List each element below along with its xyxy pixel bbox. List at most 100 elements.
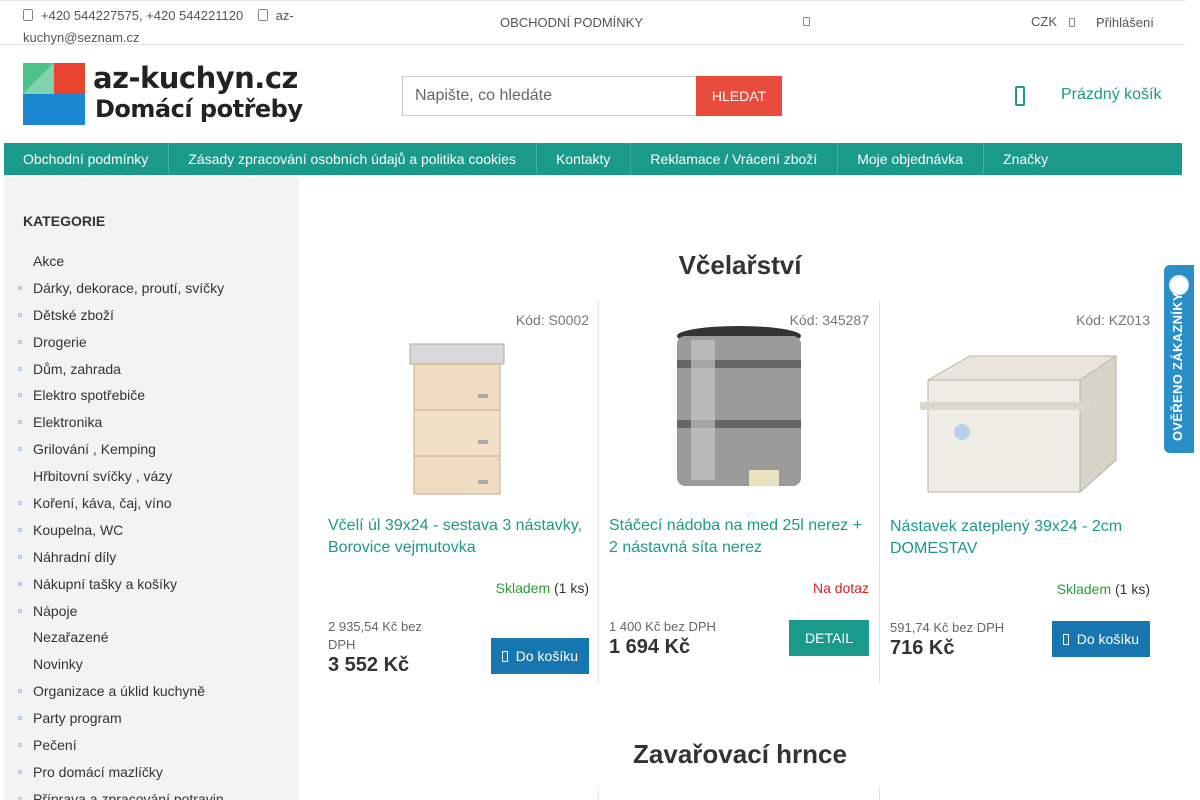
category-label: Náhradní díly [33,548,117,565]
product-card [598,787,879,800]
category-item[interactable]: Nápoje [4,598,299,625]
category-label: Nákupní tašky a košíky [33,575,177,592]
price-gross: 716 Kč [890,637,955,659]
contact-info: +420 544227575, +420 544221120 az-kuchyn… [23,5,313,49]
stock-label: Skladem [495,580,551,596]
bullet-icon [18,554,22,559]
product-image[interactable] [880,320,1161,500]
bullet-icon [18,366,22,371]
category-label: Grilování , Kemping [33,441,156,458]
button-label: Do košíku [1076,631,1139,647]
terms-link[interactable]: OBCHODNÍ PODMÍNKY [500,15,643,30]
category-label: Nápoje [33,602,78,619]
search-input[interactable] [402,76,697,116]
category-item[interactable]: Hřbitovní svíčky , vázy [4,463,299,490]
add-to-cart-button[interactable]: Do košíku [490,638,589,674]
stock-status: Skladem (1 ks) [496,580,589,596]
category-item[interactable]: Koupelna, WC [4,517,299,544]
product-name[interactable]: Stáčecí nádoba na med 25l nerez + 2 nást… [609,515,871,559]
category-label: Koření, káva, čaj, víno [33,495,172,512]
category-item[interactable]: Náhradní díly [4,544,299,571]
category-item[interactable]: Dětské zboží [4,302,299,329]
category-label: Hřbitovní svíčky , vázy [33,468,173,485]
nav-item-contacts[interactable]: Kontakty [537,143,632,175]
nav-item-brands[interactable]: Značky [984,143,1068,175]
category-label: Drogerie [33,333,87,350]
cart-link[interactable]: Prázdný košík [1061,86,1161,104]
bullet-icon [18,393,22,398]
bullet-icon [18,581,22,586]
cart-icon[interactable] [1015,86,1025,106]
contact-phones: +420 544227575, +420 544221120 [41,8,244,23]
category-item[interactable]: Příprava a zpracování potravin [4,786,299,800]
add-to-cart-button[interactable]: Do košíku [1051,621,1150,657]
product-card: Kód: 345287 Stáčecí nádoba na med 25l ne… [598,300,879,684]
product-name[interactable]: Včelí úl 39x24 - sestava 3 nástavky, Bor… [328,515,590,559]
stock-qty: (1 ks) [1115,581,1150,597]
bullet-icon [18,339,22,344]
category-item[interactable]: Koření, káva, čaj, víno [4,490,299,517]
nav-item-terms[interactable]: Obchodní podmínky [4,143,170,175]
product-image[interactable] [599,320,880,500]
category-item[interactable]: Elektronika [4,409,299,436]
search-form: HLEDAT [402,76,782,116]
bullet-icon [18,769,22,774]
bullet-icon [18,716,22,721]
category-item[interactable]: Drogerie [4,329,299,356]
logo-line1: az-kuchyn.cz [93,61,298,95]
nav-item-privacy[interactable]: Zásady zpracování osobních údajů a polit… [169,143,537,175]
email-icon [257,9,268,21]
category-label: Elektro spotřebiče [33,387,146,404]
user-icon[interactable] [1069,18,1075,27]
category-label: Akce [33,253,65,269]
product-name[interactable]: Nástavek zateplený 39x24 - 2cm DOMESTAV [890,516,1152,560]
nav-item-returns[interactable]: Reklamace / Vrácení zboží [631,143,839,175]
product-card: Kód: S0002 Včelí úl 39x24 - sestava 3 ná… [318,300,599,684]
category-item[interactable]: Elektro spotřebiče [4,382,299,409]
category-label: Pečení [33,737,77,754]
category-label: Příprava a zpracování potravin [33,790,224,800]
category-label: Novinky [33,656,83,673]
stock-label: Na dotaz [812,580,869,596]
price-gross: 3 552 Kč [328,654,410,676]
category-label: Organizace a úklid kuchyně [33,683,205,700]
currency-select[interactable]: CZK [1031,14,1057,29]
product-image[interactable] [318,320,599,500]
category-item[interactable]: Nezařazené [4,624,299,651]
logo-mark-icon [23,63,85,125]
bullet-icon [18,285,22,290]
category-item[interactable]: Dům, zahrada [4,356,299,383]
category-label: Nezařazené [33,629,109,646]
bullet-icon [18,501,22,506]
search-button[interactable]: HLEDAT [696,76,782,116]
price-net: 2 935,54 Kč bez DPH [328,619,422,652]
bullet-icon [18,743,22,748]
site-logo[interactable]: az-kuchyn.cz Domácí potřeby [23,61,303,125]
category-label: Pro domácí mazlíčky [33,763,163,780]
category-item[interactable]: Novinky [4,651,299,678]
detail-button[interactable]: DETAIL [789,620,869,656]
category-item[interactable]: Nákupní tašky a košíky [4,571,299,598]
category-item[interactable]: Party program [4,705,299,732]
account-icon[interactable] [803,17,810,26]
nav-item-my-order[interactable]: Moje objednávka [838,143,985,175]
category-label: Party program [33,710,122,727]
stock-label: Skladem [1056,581,1112,597]
category-item[interactable]: Grilování , Kemping [4,436,299,463]
category-sidebar: KATEGORIE Akce Dárky, dekorace, proutí, … [4,177,299,800]
bullet-icon [18,420,22,425]
category-item[interactable]: Akce [4,248,299,275]
bullet-icon [18,527,22,532]
category-label: Dárky, dekorace, proutí, svíčky [33,279,225,296]
category-item[interactable]: Pro domácí mazlíčky [4,759,299,786]
price-net: 1 400 Kč bez DPH [609,619,716,634]
phone-icon [23,9,33,21]
login-link[interactable]: Přihlášení [1096,15,1154,30]
category-item[interactable]: Pečení [4,732,299,759]
category-item[interactable]: Dárky, dekorace, proutí, svíčky [4,275,299,302]
category-item[interactable]: Organizace a úklid kuchyně [4,678,299,705]
category-label: Elektronika [33,414,103,431]
verified-badge[interactable]: OVĚŘENO ZÁKAZNÍKY [1164,265,1194,453]
stock-qty: (1 ks) [554,580,589,596]
section-title: Včelařství [678,250,802,280]
